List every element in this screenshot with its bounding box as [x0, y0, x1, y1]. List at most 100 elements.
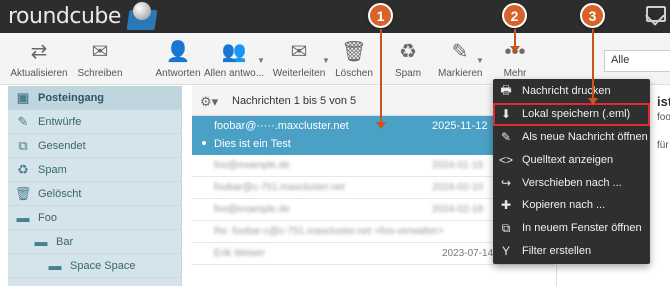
message-date: 2024-02-18	[432, 204, 484, 215]
reply-all-dropdown-icon[interactable]: ▼	[257, 56, 265, 65]
forward-icon: ✉	[290, 41, 308, 63]
list-options-gear-icon[interactable]: ⚙▾	[200, 94, 218, 110]
forward-label: Weiterleiten	[272, 68, 326, 79]
menu-item-label: Filter erstellen	[522, 244, 592, 257]
folder-label: Bar	[56, 235, 74, 248]
folder-label: Foo	[38, 211, 57, 224]
inbox-icon: ▣	[16, 89, 30, 105]
menu-item-label: Kopieren nach ...	[522, 199, 606, 212]
menu-item-label: Als neue Nachricht öffnen	[522, 130, 648, 143]
menu-item-label: Quelltext anzeigen	[522, 153, 614, 166]
menu-item-open-as-new[interactable]: ✎ Als neue Nachricht öffnen	[493, 126, 650, 149]
menu-item-new-window[interactable]: ⧉ In neuem Fenster öffnen	[493, 217, 650, 240]
annotation-arrow-2	[510, 29, 520, 53]
print-icon: 🖶	[500, 82, 512, 97]
folder-icon: ▬	[34, 234, 48, 249]
spam-icon: ♻	[399, 41, 417, 63]
compose-icon: ✉	[91, 41, 109, 63]
folder-label: Gesendet	[38, 139, 86, 152]
annotation-marker-3: 3	[580, 3, 605, 28]
spam-label: Spam	[394, 68, 422, 79]
menu-item-create-filter[interactable]: Y Filter erstellen	[493, 240, 650, 263]
search-filter-select[interactable]: Alle	[604, 50, 670, 72]
reply-button[interactable]: 👤 Antworten	[154, 39, 202, 79]
folder-bar[interactable]: ▬ Bar	[8, 230, 181, 254]
message-from: foobar@·····.maxcluster.net	[214, 120, 349, 132]
mark-label: Markieren	[438, 68, 483, 79]
reply-all-label: Allen antwo...	[204, 68, 265, 79]
folder-label: Gelöscht	[38, 187, 82, 200]
menu-item-print[interactable]: 🖶 Nachricht drucken	[493, 80, 650, 103]
unread-dot-icon	[202, 141, 206, 145]
message-from: foo@example.de	[214, 204, 290, 215]
message-from: foobar@c-751.maxcluster.net	[214, 182, 345, 193]
folder-spam[interactable]: ♻ Spam	[8, 158, 181, 182]
folder-space-space[interactable]: ▬ Space Space	[8, 254, 181, 278]
folder-list: ▣ Posteingang ✎ Entwürfe ⧉ Gesendet ♻ Spam 🗑…	[8, 86, 182, 286]
reply-all-icon: 👥	[221, 41, 247, 63]
annotation-arrow-1	[376, 29, 386, 129]
pencil-icon: ✎	[17, 113, 29, 129]
mail-icon[interactable]	[646, 6, 666, 22]
download-icon: ⬇	[500, 107, 512, 122]
roundcube-logo[interactable]: roundcube	[8, 2, 158, 30]
compose-label: Schreiben	[77, 68, 123, 79]
trash-icon: 🗑	[341, 41, 367, 63]
forward-button[interactable]: ✉ Weiterleiten	[270, 39, 328, 79]
annotation-marker-2: 2	[502, 3, 527, 28]
menu-item-save-eml[interactable]: ⬇ Lokal speichern (.eml)	[493, 102, 650, 126]
folder-inbox[interactable]: ▣ Posteingang	[8, 86, 181, 110]
compose-button[interactable]: ✉ Schreiben	[76, 39, 124, 79]
menu-item-copy[interactable]: ✚ Kopieren nach ...	[493, 194, 650, 217]
message-count: Nachrichten 1 bis 5 von 5	[232, 95, 357, 107]
logo-cube-icon	[124, 2, 158, 30]
mark-dropdown-icon[interactable]: ▼	[476, 56, 484, 65]
sent-icon: ⧉	[18, 137, 28, 153]
menu-item-label: Nachricht drucken	[522, 85, 611, 98]
folder-label: Entwürfe	[38, 115, 82, 128]
folder-icon: ▬	[16, 210, 30, 225]
trash-icon: 🗑	[14, 185, 32, 201]
message-heading: ist	[657, 94, 670, 109]
menu-item-move[interactable]: ↪ Verschieben nach ...	[493, 171, 650, 194]
forward-dropdown-icon[interactable]: ▼	[322, 56, 330, 65]
menu-item-label: In neuem Fenster öffnen	[522, 222, 642, 235]
spam-button[interactable]: ♻ Spam	[390, 39, 426, 79]
message-date: 2024-01-15	[432, 160, 484, 171]
folder-drafts[interactable]: ✎ Entwürfe	[8, 110, 181, 134]
menu-item-label: Lokal speichern (.eml)	[522, 108, 631, 121]
message-body-text: für	[657, 140, 669, 151]
annotation-marker-1: 1	[368, 3, 393, 28]
message-date: 2025-11-12	[432, 120, 488, 132]
folder-label: Space Space	[70, 259, 136, 272]
folder-foo[interactable]: ▬ Foo	[8, 206, 181, 230]
more-label: Mehr	[503, 68, 527, 79]
delete-label: Löschen	[335, 68, 373, 79]
folder-label: Spam	[38, 163, 67, 176]
folder-trash[interactable]: 🗑 Gelöscht	[8, 182, 181, 206]
more-actions-menu: 🖶 Nachricht drucken ⬇ Lokal speichern (.em…	[493, 79, 650, 264]
reply-label: Antworten	[155, 68, 201, 79]
folder-label: Posteingang	[38, 91, 105, 104]
new-window-icon: ⧉	[501, 220, 511, 235]
annotation-arrow-3	[588, 29, 598, 105]
message-from: foo@example.de	[214, 160, 290, 171]
filter-icon: Y	[501, 243, 510, 258]
reply-icon: 👤	[165, 41, 191, 63]
menu-item-view-source[interactable]: <> Quelltext anzeigen	[493, 148, 650, 171]
toolbar: ⇄ Aktualisieren ✉ Schreiben 👤 Antworten …	[0, 33, 670, 85]
folder-icon: ▬	[48, 258, 62, 273]
code-icon: <>	[498, 152, 513, 167]
reply-all-button[interactable]: 👥 Allen antwo...	[204, 39, 264, 79]
move-icon: ↪	[500, 175, 512, 190]
folder-sent[interactable]: ⧉ Gesendet	[8, 134, 181, 158]
refresh-button[interactable]: ⇄ Aktualisieren	[8, 39, 70, 79]
spam-icon: ♻	[17, 161, 29, 177]
message-meta: foo	[657, 112, 670, 123]
message-from: Erik Weiser	[214, 248, 265, 259]
logo-text: roundcube	[8, 3, 121, 29]
message-subject: Dies ist ein Test	[214, 138, 291, 150]
refresh-label: Aktualisieren	[10, 68, 68, 79]
delete-button[interactable]: 🗑 Löschen	[334, 39, 374, 79]
menu-item-label: Verschieben nach ...	[522, 176, 622, 189]
